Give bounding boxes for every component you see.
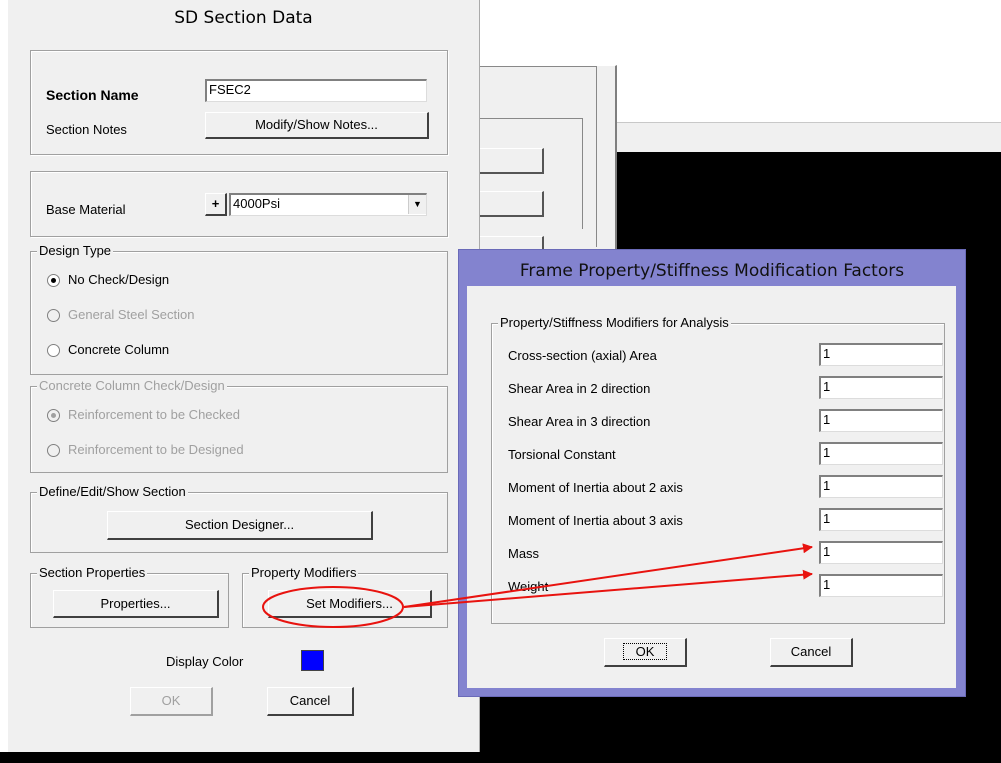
arrow-to-mass — [403, 543, 813, 608]
highlight-ellipse — [262, 586, 404, 628]
annotation-overlay — [262, 543, 813, 628]
arrow-to-weight — [403, 569, 813, 608]
